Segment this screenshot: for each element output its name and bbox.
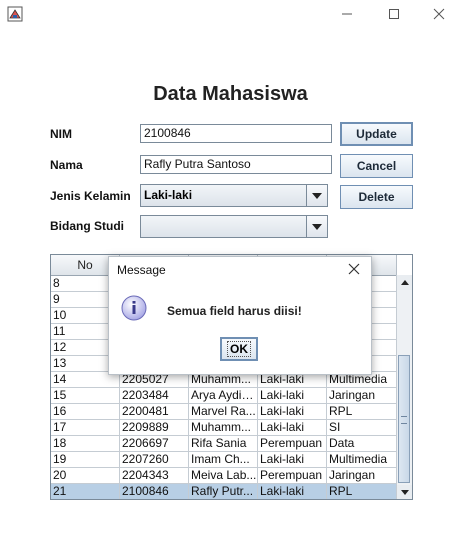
- table-cell[interactable]: Muhamm...: [189, 420, 258, 436]
- bidang-studi-select[interactable]: [140, 215, 328, 238]
- table-cell[interactable]: Marvel Ra...: [189, 404, 258, 420]
- bidang-studi-label: Bidang Studi: [50, 219, 124, 233]
- table-cell[interactable]: Data: [327, 436, 397, 452]
- table-cell[interactable]: RPL: [327, 404, 397, 420]
- scrollbar-thumb[interactable]: [398, 355, 410, 483]
- nama-label: Nama: [50, 158, 83, 172]
- table-row[interactable]: 16 2200481 Marvel Ra... Laki-laki RPL: [51, 404, 397, 420]
- minimize-button[interactable]: [324, 0, 370, 28]
- info-icon: [121, 295, 147, 321]
- scroll-down-icon[interactable]: [397, 485, 412, 499]
- maximize-button[interactable]: [371, 0, 417, 28]
- chevron-down-icon[interactable]: [306, 185, 327, 206]
- table-cell[interactable]: 15: [51, 388, 120, 404]
- table-cell[interactable]: 16: [51, 404, 120, 420]
- table-cell[interactable]: 2204343: [120, 468, 189, 484]
- table-cell[interactable]: Perempuan: [258, 468, 327, 484]
- table-row[interactable]: 20 2204343 Meiva Lab... Perempuan Jaringan: [51, 468, 397, 484]
- table-cell[interactable]: 20: [51, 468, 120, 484]
- table-cell[interactable]: 18: [51, 436, 120, 452]
- page-title: Data Mahasiswa: [153, 83, 308, 105]
- table-row[interactable]: 21 2100846 Rafly Putr... Laki-laki RPL: [51, 484, 397, 499]
- jenis-kelamin-label: Jenis Kelamin: [50, 189, 131, 203]
- table-cell[interactable]: Jaringan: [327, 388, 397, 404]
- table-cell[interactable]: 21: [51, 484, 120, 499]
- table-cell[interactable]: Laki-laki: [258, 388, 327, 404]
- nim-field[interactable]: 2100846: [140, 124, 332, 143]
- table-cell[interactable]: 2209889: [120, 420, 189, 436]
- minimize-icon: [342, 13, 352, 15]
- table-cell[interactable]: RPL: [327, 484, 397, 499]
- table-cell[interactable]: Rifa Sania: [189, 436, 258, 452]
- table-cell[interactable]: 2206697: [120, 436, 189, 452]
- nama-field[interactable]: Rafly Putra Santoso: [140, 155, 332, 174]
- table-cell[interactable]: Laki-laki: [258, 452, 327, 468]
- table-cell[interactable]: 2203484: [120, 388, 189, 404]
- table-row[interactable]: 17 2209889 Muhamm... Laki-laki SI: [51, 420, 397, 436]
- title-bar: [0, 0, 461, 28]
- table-cell[interactable]: Meiva Lab...: [189, 468, 258, 484]
- table-cell[interactable]: Laki-laki: [258, 420, 327, 436]
- close-icon: [433, 8, 445, 20]
- maximize-icon: [389, 9, 399, 19]
- table-cell[interactable]: Laki-laki: [258, 404, 327, 420]
- table-row[interactable]: 18 2206697 Rifa Sania Perempuan Data: [51, 436, 397, 452]
- table-cell[interactable]: 17: [51, 420, 120, 436]
- table-cell[interactable]: Laki-laki: [258, 484, 327, 499]
- close-icon[interactable]: [347, 262, 361, 276]
- table-cell[interactable]: Perempuan: [258, 436, 327, 452]
- table-cell[interactable]: 2200481: [120, 404, 189, 420]
- vertical-scrollbar[interactable]: [396, 275, 412, 499]
- java-app-icon: [7, 6, 23, 22]
- table-cell[interactable]: 19: [51, 452, 120, 468]
- update-button[interactable]: Update: [340, 122, 413, 146]
- table-cell[interactable]: Multimedia: [327, 452, 397, 468]
- jenis-kelamin-select[interactable]: Laki-laki: [140, 184, 328, 207]
- nim-label: NIM: [50, 127, 72, 141]
- table-row[interactable]: 15 2203484 Arya Aydin... Laki-laki Jaringan: [51, 388, 397, 404]
- table-cell[interactable]: Arya Aydin...: [189, 388, 258, 404]
- cancel-button[interactable]: Cancel: [340, 154, 413, 178]
- message-dialog: Message Semua field harus diisi! OK: [108, 256, 372, 375]
- close-window-button[interactable]: [416, 0, 461, 28]
- delete-button[interactable]: Delete: [340, 185, 413, 209]
- chevron-down-icon[interactable]: [306, 216, 327, 237]
- ok-label: OK: [227, 341, 251, 357]
- table-cell[interactable]: Rafly Putr...: [189, 484, 258, 499]
- jenis-kelamin-value: Laki-laki: [144, 188, 193, 202]
- table-cell[interactable]: SI: [327, 420, 397, 436]
- table-cell[interactable]: 2100846: [120, 484, 189, 499]
- table-cell[interactable]: 2207260: [120, 452, 189, 468]
- scroll-up-icon[interactable]: [397, 275, 412, 290]
- dialog-message: Semua field harus diisi!: [167, 304, 302, 318]
- table-cell[interactable]: Jaringan: [327, 468, 397, 484]
- ok-button[interactable]: OK: [220, 337, 258, 361]
- table-cell[interactable]: Imam Ch...: [189, 452, 258, 468]
- table-row[interactable]: 19 2207260 Imam Ch... Laki-laki Multimedia: [51, 452, 397, 468]
- dialog-title: Message: [117, 263, 166, 277]
